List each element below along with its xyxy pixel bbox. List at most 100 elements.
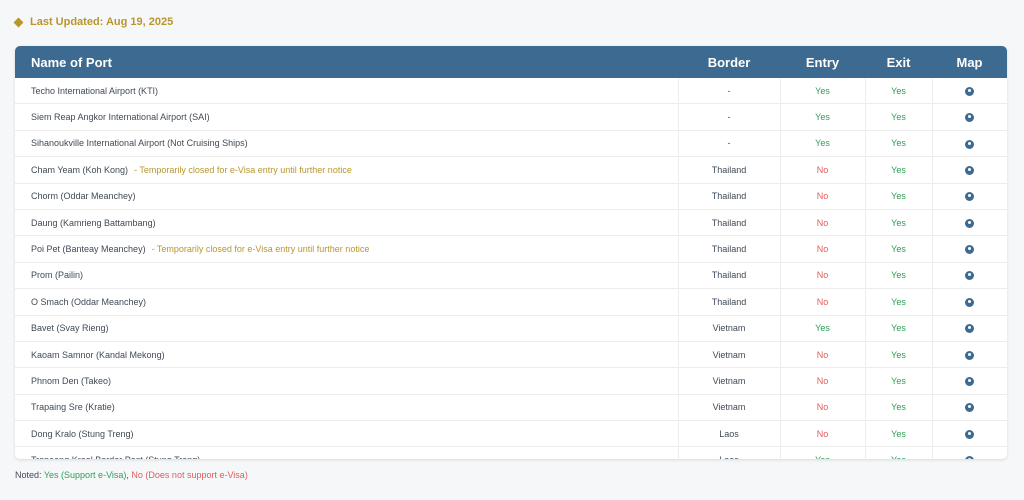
port-cell: Cham Yeam (Koh Kong) - Temporarily closed… [15, 156, 678, 184]
exit-cell: Yes [864, 262, 932, 290]
exit-cell: Yes [864, 288, 932, 316]
border-cell: Thailand [677, 209, 780, 237]
map-pin-icon[interactable] [965, 350, 975, 360]
table-row: Prom (Pailin) Thailand No Yes [15, 262, 1007, 290]
map-cell [931, 315, 1007, 342]
port-name: Cham Yeam (Koh Kong) [31, 164, 129, 175]
port-name: Trapaing Sre (Kratie) [31, 402, 115, 413]
entry-cell: No [779, 394, 865, 422]
border-cell: Thailand [677, 288, 780, 316]
port-name: Chorm (Oddar Meanchey) [31, 191, 136, 202]
entry-cell: Yes [779, 130, 865, 158]
port-name: Tropaeng Kreal Border Post (Stung Treng) [31, 455, 200, 459]
map-pin-icon[interactable] [965, 377, 975, 387]
table-row: Bavet (Svay Rieng) Vietnam Yes Yes [15, 315, 1007, 342]
border-cell: Vietnam [677, 367, 780, 395]
page: Last Updated: Aug 19, 2025 Name of Port … [0, 0, 1024, 500]
exit-cell: Yes [864, 130, 932, 158]
footer-prefix: Noted: [15, 470, 44, 480]
map-pin-icon[interactable] [965, 297, 975, 307]
footer-yes: Yes (Support e-Visa) [43, 470, 127, 480]
port-name: Sihanoukville International Airport (Not… [31, 138, 248, 149]
port-cell: Poi Pet (Banteay Meanchey) - Temporarily … [15, 235, 678, 263]
entry-cell: Yes [779, 446, 865, 459]
border-cell: Thailand [677, 156, 780, 184]
border-cell: Vietnam [677, 341, 780, 369]
header-map: Map [956, 54, 983, 70]
port-name: Siem Reap Angkor International Airport (… [31, 112, 210, 123]
port-name: Daung (Kamrieng Battambang) [31, 217, 156, 228]
exit-cell: Yes [864, 103, 932, 131]
map-pin-icon[interactable] [965, 218, 975, 228]
ports-table-card: Name of Port Border Entry Exit Map Techo… [15, 46, 1007, 459]
map-cell [931, 262, 1007, 290]
port-name: O Smach (Oddar Meanchey) [31, 296, 147, 307]
map-cell [931, 367, 1007, 395]
exit-cell: Yes [864, 446, 932, 459]
port-cell: Chorm (Oddar Meanchey) [15, 183, 678, 210]
border-cell: Thailand [677, 262, 780, 290]
exit-cell: Yes [864, 341, 932, 369]
exit-cell: Yes [864, 235, 932, 263]
map-cell [931, 235, 1007, 263]
map-pin-icon[interactable] [965, 324, 975, 334]
port-cell: Daung (Kamrieng Battambang) [15, 209, 678, 237]
map-cell [931, 183, 1007, 210]
map-pin-icon[interactable] [965, 139, 975, 149]
entry-cell: No [779, 367, 865, 395]
port-cell: Kaoam Samnor (Kandal Mekong) [15, 341, 678, 369]
map-pin-icon[interactable] [965, 429, 975, 439]
border-cell: - [677, 130, 780, 158]
map-cell [931, 156, 1007, 184]
border-cell: - [677, 78, 780, 105]
map-pin-icon[interactable] [965, 192, 975, 202]
border-cell: Laos [677, 420, 780, 448]
map-cell [931, 130, 1007, 158]
header-border: Border [707, 54, 751, 70]
table-row: Kaoam Samnor (Kandal Mekong) Vietnam No Yes [15, 341, 1007, 369]
map-pin-icon[interactable] [965, 271, 975, 281]
table-row: Techo International Airport (KTI) - Yes Yes [15, 78, 1007, 105]
port-name: Bavet (Svay Rieng) [31, 323, 109, 334]
border-cell: Thailand [677, 183, 780, 210]
closure-note: - Temporarily closed for e-Visa entry un… [134, 164, 352, 175]
exit-cell: Yes [864, 420, 932, 448]
port-cell: Prom (Pailin) [15, 262, 678, 290]
port-cell: Dong Kralo (Stung Treng) [15, 420, 678, 448]
map-pin-icon[interactable] [965, 113, 975, 123]
map-pin-icon[interactable] [965, 245, 975, 255]
map-pin-icon[interactable] [965, 165, 975, 175]
map-pin-icon[interactable] [965, 456, 975, 459]
entry-cell: No [779, 420, 865, 448]
last-updated: Last Updated: Aug 19, 2025 [13, 14, 174, 30]
entry-cell: No [779, 156, 865, 184]
port-cell: O Smach (Oddar Meanchey) [15, 288, 678, 316]
border-cell: Thailand [677, 235, 780, 263]
diamond-icon [13, 17, 24, 27]
entry-cell: No [779, 341, 865, 369]
map-pin-icon[interactable] [965, 86, 975, 96]
port-cell: Siem Reap Angkor International Airport (… [15, 103, 678, 131]
port-name: Kaoam Samnor (Kandal Mekong) [31, 349, 165, 360]
footer-no: No (Does not support e-Visa) [131, 470, 248, 480]
port-name: Poi Pet (Banteay Meanchey) [31, 244, 146, 255]
closure-note: - Temporarily closed for e-Visa entry un… [151, 244, 370, 255]
port-name: Phnom Den (Takeo) [31, 375, 112, 386]
port-cell: Bavet (Svay Rieng) [15, 315, 678, 342]
entry-cell: Yes [779, 78, 865, 105]
port-name: Techo International Airport (KTI) [31, 85, 159, 96]
entry-cell: Yes [779, 315, 865, 342]
border-cell: - [677, 103, 780, 131]
exit-cell: Yes [864, 78, 932, 105]
header-port: Name of Port [31, 54, 112, 70]
footer-note: Noted: Yes (Support e-Visa), No (Does no… [15, 470, 248, 480]
port-cell: Tropaeng Kreal Border Post (Stung Treng) [15, 446, 678, 459]
map-pin-icon[interactable] [965, 403, 975, 413]
entry-cell: No [779, 183, 865, 210]
exit-cell: Yes [864, 394, 932, 422]
last-updated-text: Last Updated: Aug 19, 2025 [30, 16, 174, 28]
exit-cell: Yes [864, 209, 932, 237]
entry-cell: Yes [779, 103, 865, 131]
entry-cell: No [779, 209, 865, 237]
table-row: Poi Pet (Banteay Meanchey) - Temporarily … [15, 235, 1007, 263]
